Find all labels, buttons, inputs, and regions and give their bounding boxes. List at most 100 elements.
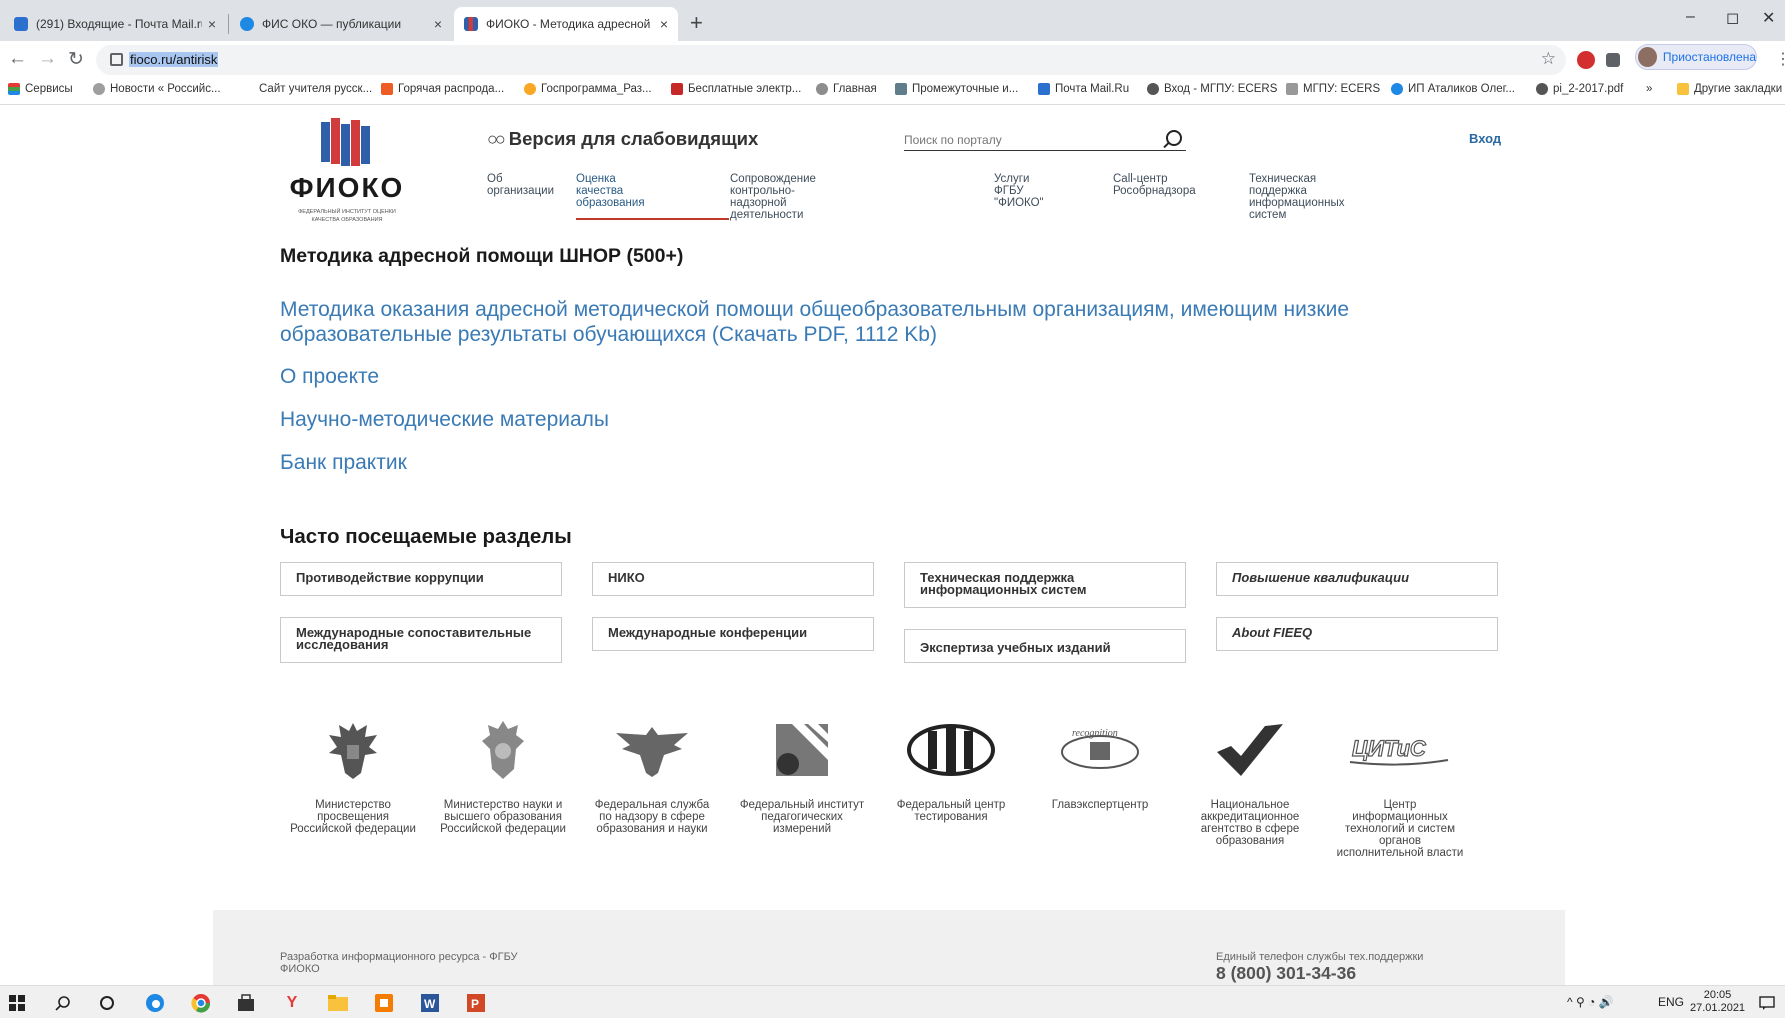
bookmark-item[interactable]: Бесплатные электр...: [671, 83, 801, 95]
search-box: [904, 130, 1186, 151]
app-orange-icon[interactable]: [373, 992, 395, 1014]
bookmark-item[interactable]: Госпрограмма_Раз...: [524, 83, 652, 95]
nav-about[interactable]: Об организации: [487, 173, 554, 197]
yandex-icon[interactable]: Y: [281, 992, 303, 1014]
bookmark-item[interactable]: Главная: [816, 83, 877, 95]
bookmark-item[interactable]: Почта Mail.Ru: [1038, 83, 1129, 95]
maximize-button[interactable]: ◻: [1726, 8, 1739, 28]
partner-naa[interactable]: Национальное аккредитационное агентство …: [1185, 715, 1315, 847]
partner-minobrnauki[interactable]: Министерство науки и высшего образования…: [438, 715, 568, 835]
recognition-logo-icon: recognition: [1061, 728, 1139, 769]
word-icon[interactable]: W: [419, 992, 441, 1014]
partner-rosobrnadzor[interactable]: Федеральная служба по надзору в сфере об…: [587, 715, 717, 835]
bookmark-item[interactable]: pi_2-2017.pdf: [1536, 83, 1623, 95]
popular-tech-support[interactable]: Техническая поддержка информационных сис…: [904, 562, 1186, 608]
popular-qualification[interactable]: Повышение квалификации: [1216, 562, 1498, 596]
blank-icon: [242, 83, 254, 95]
ftc-logo-icon: [907, 724, 995, 776]
about-project-link[interactable]: О проекте: [280, 364, 379, 389]
popular-anticorruption[interactable]: Противодействие коррупции: [280, 562, 562, 596]
store-icon[interactable]: [235, 992, 257, 1014]
lock-icon: [110, 53, 123, 66]
notifications-icon[interactable]: [1756, 992, 1778, 1014]
other-bookmarks[interactable]: Другие закладки: [1677, 83, 1782, 95]
search-icon[interactable]: [1166, 130, 1182, 146]
tab-fis-oko[interactable]: ФИС ОКО — публикации ×: [230, 7, 452, 41]
nav-supervision[interactable]: Сопровождение контрольно-надзорной деяте…: [730, 173, 816, 221]
taskbar-clock[interactable]: 20:05 27.01.2021: [1690, 989, 1745, 1015]
nav-call-center[interactable]: Call-центр Рособрнадзора: [1113, 173, 1196, 197]
close-window-button[interactable]: ✕: [1762, 8, 1775, 28]
language-indicator[interactable]: ENG: [1658, 995, 1684, 1009]
site-icon: [240, 17, 254, 31]
browser-menu-icon[interactable]: ⋮: [1775, 49, 1785, 69]
login-link[interactable]: Вход: [1469, 131, 1501, 146]
methodology-pdf-link[interactable]: Методика оказания адресной методической …: [280, 297, 1460, 347]
avatar: [1638, 47, 1657, 67]
tab-separator: [228, 14, 229, 34]
partner-fipi[interactable]: Федеральный институт педагогических изме…: [737, 715, 867, 835]
forward-icon[interactable]: →: [38, 48, 57, 70]
footer-phone[interactable]: 8 (800) 301-34-36: [1216, 963, 1356, 984]
hat-icon: [1286, 83, 1298, 95]
back-icon[interactable]: ←: [8, 48, 27, 70]
adblock-icon[interactable]: [1577, 51, 1595, 69]
minimize-button[interactable]: –: [1686, 8, 1695, 26]
nav-services[interactable]: Услуги ФГБУ "ФИОКО": [994, 173, 1044, 209]
bookmark-star-icon[interactable]: ☆: [1541, 49, 1556, 69]
glasses-icon: ○○: [487, 128, 506, 149]
extensions-puzzle-icon[interactable]: [1606, 53, 1620, 67]
partner-ftc[interactable]: Федеральный центр тестирования: [886, 715, 1016, 823]
logo-icon: [321, 118, 370, 166]
powerpoint-icon[interactable]: P: [465, 992, 487, 1014]
file-explorer-icon[interactable]: [327, 992, 349, 1014]
mail-icon: [1038, 83, 1050, 95]
tab-mail[interactable]: (291) Входящие - Почта Mail.ru ×: [4, 7, 226, 41]
bookmark-item[interactable]: ИП Аталиков Олег...: [1391, 83, 1515, 95]
popular-about-fieeq[interactable]: About FIEEQ: [1216, 617, 1498, 651]
fipi-logo-icon: [776, 724, 828, 776]
globe-icon: [1391, 83, 1403, 95]
eagle-shield-icon: [482, 721, 524, 779]
close-icon[interactable]: ×: [434, 16, 442, 32]
popular-textbook-expertise[interactable]: Экспертиза учебных изданий: [904, 629, 1186, 663]
bookmark-item[interactable]: Сайт учителя русск...: [242, 83, 372, 95]
bookmark-item[interactable]: Промежуточные и...: [895, 83, 1018, 95]
search-icon[interactable]: [52, 992, 74, 1014]
profile-button[interactable]: Приостановлена: [1635, 44, 1757, 70]
partner-minprosvet[interactable]: Министерство просвещения Российской феде…: [288, 715, 418, 835]
chrome-icon[interactable]: [190, 992, 212, 1014]
popular-niko[interactable]: НИКО: [592, 562, 874, 596]
footer-phone-label: Единый телефон службы тех.поддержки: [1216, 951, 1424, 963]
windows-start-icon[interactable]: [6, 992, 28, 1014]
popular-conferences[interactable]: Международные конференции: [592, 617, 874, 651]
bookmark-item[interactable]: Горячая распрода...: [381, 83, 504, 95]
address-bar[interactable]: fioco.ru/antirisk ☆: [96, 45, 1566, 75]
cortana-icon[interactable]: [96, 992, 118, 1014]
popular-international-studies[interactable]: Международные сопоставительные исследова…: [280, 617, 562, 663]
new-tab-button[interactable]: +: [690, 10, 703, 36]
fioko-icon: [464, 17, 478, 31]
bookmarks-overflow-button[interactable]: »: [1646, 83, 1652, 95]
fioko-logo[interactable]: ФИОКО ФЕДЕРАЛЬНЫЙ ИНСТИТУТ ОЦЕНКИ КАЧЕСТ…: [288, 118, 406, 228]
bookmark-item[interactable]: Вход - МГПУ: ECERS: [1147, 83, 1277, 95]
bookmark-item[interactable]: Новости « Российс...: [93, 83, 221, 95]
edge-icon[interactable]: [144, 992, 166, 1014]
bookmark-services[interactable]: Сервисы: [8, 83, 73, 95]
accessible-version-link[interactable]: ○○ Версия для слабовидящих: [487, 128, 758, 150]
reload-icon[interactable]: ↻: [68, 48, 84, 71]
materials-link[interactable]: Научно-методические материалы: [280, 407, 609, 432]
tab-fioko-active[interactable]: ФИОКО - Методика адресной п ×: [454, 7, 678, 41]
close-icon[interactable]: ×: [208, 16, 216, 32]
partner-citis[interactable]: ЦИТиС Центр информационных технологий и …: [1335, 715, 1465, 859]
url-text[interactable]: fioco.ru/antirisk: [129, 52, 219, 67]
partner-glavexpertcentr[interactable]: recognition Главэкспертцентр: [1035, 715, 1165, 811]
search-input[interactable]: [904, 130, 1144, 150]
nav-tech-support[interactable]: Техническая поддержка информационных сис…: [1249, 173, 1344, 221]
globe-icon: [816, 83, 828, 95]
close-icon[interactable]: ×: [660, 16, 668, 32]
bookmark-item[interactable]: МГПУ: ECERS: [1286, 83, 1380, 95]
practice-bank-link[interactable]: Банк практик: [280, 450, 407, 475]
tray-icons[interactable]: ^ ⚲ ◔ 🔊: [1567, 995, 1614, 1009]
nav-quality-assessment[interactable]: Оценка качества образования: [576, 173, 645, 209]
